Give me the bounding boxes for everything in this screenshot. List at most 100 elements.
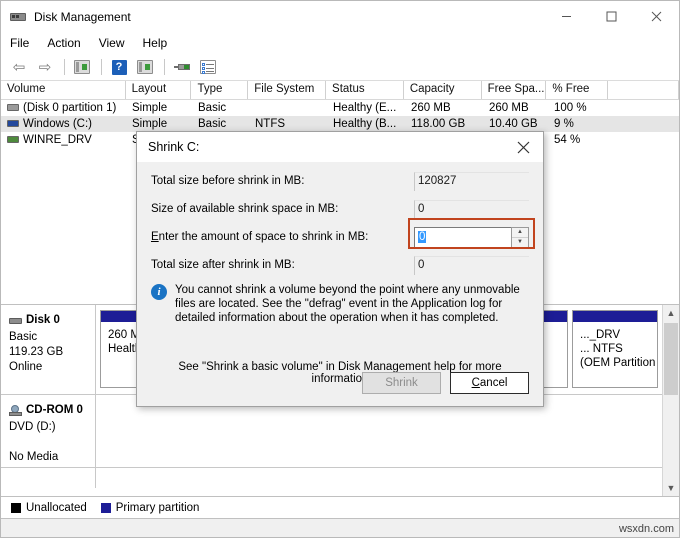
scroll-down-icon[interactable]: ▼ xyxy=(663,480,679,496)
dialog-title-bar: Shrink C: xyxy=(137,132,543,162)
disk-title: Disk 0 xyxy=(9,313,95,328)
column-header-layout[interactable]: Layout xyxy=(126,81,192,99)
legend-label: Primary partition xyxy=(115,501,200,514)
info-icon: i xyxy=(151,284,167,300)
cell-status: Healthy (B... xyxy=(333,118,397,130)
minimize-icon[interactable] xyxy=(544,1,589,32)
field-available-shrink-space: Size of available shrink space in MB: 0 xyxy=(151,197,529,221)
disk-info-disk0[interactable]: Disk 0 Basic 119.23 GB Online xyxy=(1,305,96,394)
disk-drive-icon xyxy=(9,317,22,324)
graphic-view-scrollbar[interactable]: ▲ ▼ xyxy=(662,305,679,496)
cdrom-status: No Media xyxy=(9,451,59,463)
spinner-down-icon[interactable]: ▼ xyxy=(512,238,528,247)
menu-item-action[interactable]: Action xyxy=(47,34,89,52)
cancel-button[interactable]: Cancel xyxy=(450,372,529,394)
volume-grey-icon xyxy=(7,104,19,112)
cell-percent-free: 54 % xyxy=(554,134,581,146)
toolbar-separator xyxy=(64,59,65,75)
column-header-type[interactable]: Type xyxy=(191,81,249,99)
volume-blue-icon xyxy=(7,120,19,128)
menu-item-view[interactable]: View xyxy=(99,34,134,52)
cell-type: Basic xyxy=(198,118,227,130)
spinner-up-icon[interactable]: ▲ xyxy=(512,228,528,238)
status-bar xyxy=(1,519,679,537)
total-size-after-value: 0 xyxy=(414,255,529,275)
menu-item-file[interactable]: File xyxy=(10,34,38,52)
disk-info-cdrom0[interactable]: CD-ROM 0 DVD (D:) No Media xyxy=(1,395,96,467)
legend-swatch-unallocated xyxy=(11,502,21,513)
field-shrink-amount: Enter the amount of space to shrink in M… xyxy=(151,225,529,249)
dialog-body: Total size before shrink in MB: 120827 S… xyxy=(137,162,543,408)
disk-drive-icon xyxy=(10,9,26,25)
toolbar: ⇦ ⇨ ? xyxy=(1,54,679,81)
column-header-percent-free[interactable]: % Free xyxy=(546,81,609,99)
maximize-icon[interactable] xyxy=(589,1,634,32)
cell-type: Basic xyxy=(198,102,227,114)
shrink-amount-input[interactable]: 0 xyxy=(414,226,511,248)
column-header-capacity[interactable]: Capacity xyxy=(404,81,482,99)
cd-rom-icon xyxy=(9,405,22,416)
forward-arrow-icon[interactable]: ⇨ xyxy=(33,56,57,78)
total-size-before-value: 120827 xyxy=(414,171,529,191)
shrink-amount-stepper[interactable]: 0 ▲ ▼ xyxy=(414,226,529,248)
dialog-title: Shrink C: xyxy=(148,140,200,154)
disk-row-empty xyxy=(1,468,662,488)
table-row[interactable]: (Disk 0 partition 1) Simple Basic Health… xyxy=(1,100,679,116)
field-label: Total size before shrink in MB: xyxy=(151,175,305,187)
disk-status: Online xyxy=(9,361,43,373)
legend: Unallocated Primary partition xyxy=(1,496,679,519)
menu-bar: File Action View Help xyxy=(1,32,679,54)
cell-free-space: 260 MB xyxy=(489,102,529,114)
field-label: Enter the amount of space to shrink in M… xyxy=(151,231,369,243)
volume-green-icon xyxy=(7,136,19,144)
close-icon[interactable] xyxy=(634,1,679,32)
cell-status: Healthy (E... xyxy=(333,102,397,114)
legend-swatch-primary xyxy=(100,502,111,513)
disk-name: Disk 0 xyxy=(26,314,60,326)
available-shrink-space-value: 0 xyxy=(414,199,529,219)
cell-volume: (Disk 0 partition 1) xyxy=(1,102,126,114)
field-label: Size of available shrink space in MB: xyxy=(151,203,339,215)
scroll-up-icon[interactable]: ▲ xyxy=(663,305,679,321)
cell-percent-free: 100 % xyxy=(554,102,587,114)
connect-icon[interactable] xyxy=(170,56,194,78)
info-text: You cannot shrink a volume beyond the po… xyxy=(175,284,520,324)
field-total-size-after: Total size after shrink in MB: 0 xyxy=(151,253,529,277)
dialog-buttons: Shrink Cancel xyxy=(362,372,529,394)
back-arrow-icon[interactable]: ⇦ xyxy=(7,56,31,78)
help-icon[interactable]: ? xyxy=(107,56,131,78)
rescan-disks-icon[interactable] xyxy=(133,56,157,78)
disk-name: CD-ROM 0 xyxy=(26,404,83,416)
table-row[interactable]: Windows (C:) Simple Basic NTFS Healthy (… xyxy=(1,116,679,132)
window-title: Disk Management xyxy=(34,9,131,24)
legend-item-primary-partition: Primary partition xyxy=(100,501,200,514)
menu-item-help[interactable]: Help xyxy=(143,34,177,52)
column-header-volume[interactable]: Volume xyxy=(1,81,126,99)
field-total-size-before: Total size before shrink in MB: 120827 xyxy=(151,169,529,193)
shrink-button[interactable]: Shrink xyxy=(362,372,441,394)
properties-icon[interactable] xyxy=(70,56,94,78)
disk-capacity: 119.23 GB xyxy=(9,346,64,358)
column-header-free-space[interactable]: Free Spa... xyxy=(482,81,547,99)
toolbar-separator xyxy=(101,59,102,75)
show-list-icon[interactable] xyxy=(196,56,220,78)
spinner-buttons[interactable]: ▲ ▼ xyxy=(511,226,529,248)
field-label: Total size after shrink in MB: xyxy=(151,259,295,271)
scrollbar-thumb[interactable] xyxy=(664,323,678,395)
toolbar-separator xyxy=(164,59,165,75)
close-icon[interactable] xyxy=(503,132,543,162)
legend-label: Unallocated xyxy=(26,501,87,514)
cell-layout: Simple xyxy=(132,118,168,130)
watermark: wsxdn.com xyxy=(618,523,674,535)
legend-item-unallocated: Unallocated xyxy=(11,502,87,514)
cell-percent-free: 9 % xyxy=(554,118,574,130)
column-header-status[interactable]: Status xyxy=(326,81,404,99)
cell-layout: Simple xyxy=(132,102,168,114)
cell-volume: Windows (C:) xyxy=(1,118,126,130)
column-header-extra[interactable] xyxy=(608,81,679,99)
partition-winre-drv[interactable]: ..._DRV ... NTFS (OEM Partition) xyxy=(572,310,658,388)
cell-free-space: 10.40 GB xyxy=(489,118,538,130)
shrink-dialog: Shrink C: Total size before shrink in MB… xyxy=(136,131,544,407)
volume-table-header: Volume Layout Type File System Status Ca… xyxy=(1,81,679,100)
column-header-file-system[interactable]: File System xyxy=(248,81,327,99)
